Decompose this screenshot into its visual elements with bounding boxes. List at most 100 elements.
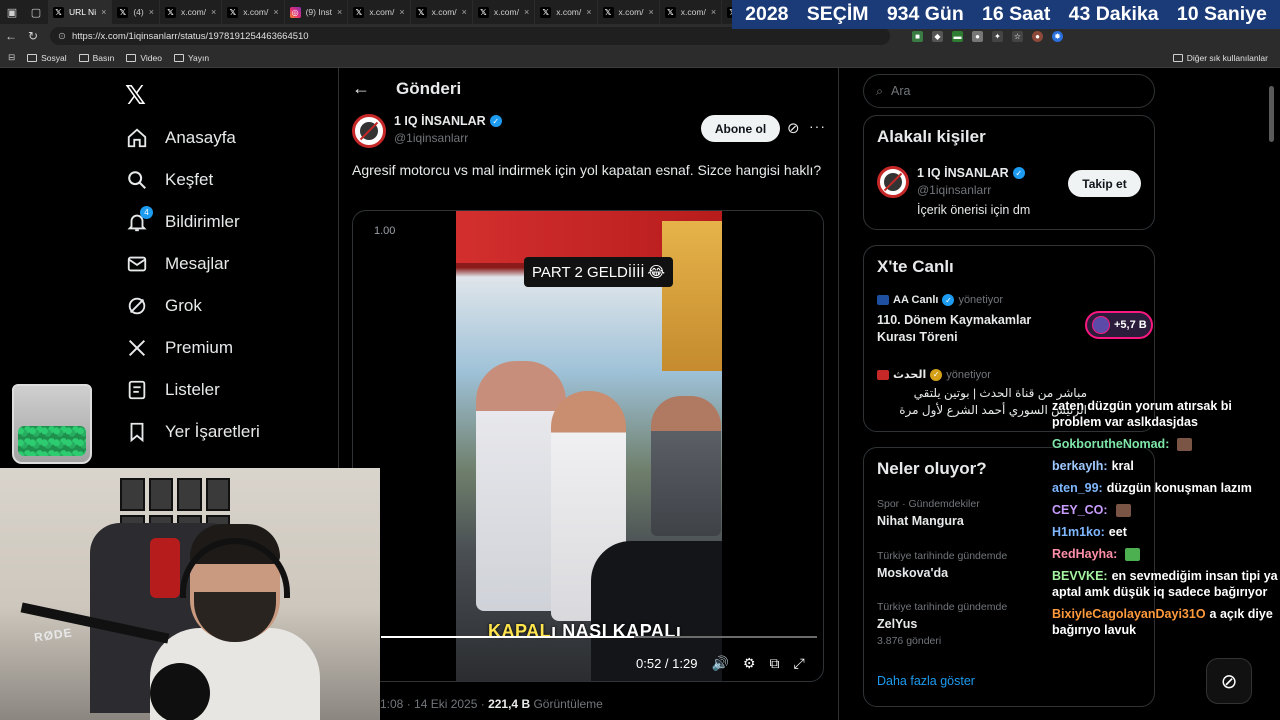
video-progress-fill bbox=[381, 636, 634, 638]
browser-tab[interactable]: ◎ (9) Inst × bbox=[285, 0, 349, 24]
post-author[interactable]: 1 IQ İNSANLAR ✓ @1iqinsanlarr bbox=[352, 114, 502, 148]
volume-icon[interactable]: 🔊 bbox=[711, 655, 728, 672]
picture-in-picture-icon[interactable]: ⧉ bbox=[769, 655, 779, 672]
playback-speed[interactable]: 1.00 bbox=[374, 225, 395, 237]
show-more-link[interactable]: Daha fazla göster bbox=[877, 674, 975, 688]
sidebar-item-mail[interactable]: Mesajlar bbox=[125, 243, 260, 285]
bell-icon: 4 bbox=[125, 206, 153, 234]
favorites-icon[interactable]: ☆ bbox=[1012, 30, 1023, 42]
back-arrow-icon[interactable]: ← bbox=[352, 78, 370, 99]
browser-tab[interactable]: 𝕏 (4) × bbox=[112, 0, 160, 24]
close-tab-icon[interactable]: × bbox=[524, 7, 529, 17]
other-bookmarks[interactable]: Diğer sık kullanılanlar bbox=[1172, 52, 1268, 63]
verified-badge-icon: ✓ bbox=[1012, 167, 1025, 179]
x-logo-icon[interactable]: 𝕏 bbox=[125, 80, 146, 111]
live-item[interactable]: AA Canlı ✓ yönetiyor 110. Dönem Kaymakam… bbox=[877, 294, 1153, 346]
author-avatar[interactable] bbox=[352, 114, 386, 148]
trend-context: Türkiye tarihinde gündemde bbox=[877, 601, 1008, 613]
url-field[interactable]: ⊙ https://x.com/1iqinsanlarr/status/1978… bbox=[50, 27, 890, 45]
close-tab-icon[interactable]: × bbox=[149, 7, 154, 17]
page-scrollbar[interactable] bbox=[1269, 86, 1274, 142]
view-count-label: Görüntüleme bbox=[533, 697, 603, 711]
video-subtitle: KAPALı NASI KAPALı bbox=[488, 621, 682, 641]
browser-tab[interactable]: 𝕏x.com/ × bbox=[160, 0, 223, 24]
author-handle[interactable]: @1iqinsanlarr bbox=[394, 131, 502, 145]
close-tab-icon[interactable]: × bbox=[211, 7, 216, 17]
trend-item[interactable]: Türkiye tarihinde gündemde Moskova'da bbox=[877, 550, 1007, 580]
bookmark-folder[interactable]: Sosyal bbox=[27, 53, 67, 63]
grok-explain-icon[interactable]: ⊘ bbox=[787, 119, 800, 137]
sidebar-item-bell[interactable]: 4 Bildirimler bbox=[125, 201, 260, 243]
chat-username: H1m1ko: bbox=[1052, 525, 1105, 539]
browser-tab[interactable]: 𝕏 URL Ni × bbox=[48, 0, 113, 24]
post-timestamp[interactable]: 1:08 · 14 Eki 2025 · bbox=[380, 697, 485, 711]
close-tab-icon[interactable]: × bbox=[337, 7, 342, 17]
sidebar-item-list[interactable]: Listeler bbox=[125, 369, 260, 411]
trend-item[interactable]: Spor · Gündemdekiler Nihat Mangura bbox=[877, 498, 980, 528]
profile-avatar[interactable]: ● bbox=[1032, 30, 1043, 42]
browser-tab[interactable]: 𝕏x.com/ × bbox=[222, 0, 285, 24]
back-icon[interactable]: ← bbox=[0, 29, 22, 43]
extension-icon[interactable]: ● bbox=[972, 30, 983, 42]
video-progress-bar[interactable] bbox=[381, 636, 817, 638]
live-host-name[interactable]: الحدث bbox=[893, 368, 926, 381]
browser-tab[interactable]: 𝕏x.com/ × bbox=[598, 0, 660, 24]
mic-brand: RØDE bbox=[33, 625, 74, 645]
reload-icon[interactable]: ↻ bbox=[22, 29, 44, 43]
live-title[interactable]: 110. Dönem Kaymakamlar Kurası Töreni bbox=[877, 312, 1057, 346]
search-input[interactable]: ⌕ Ara bbox=[863, 74, 1155, 108]
live-listener-badge[interactable]: +5,7 B bbox=[1085, 311, 1153, 339]
video-player[interactable]: 1.00 PART 2 GELDİİİİ 😂 KAPALı NASI KAPAL… bbox=[352, 210, 824, 682]
close-tab-icon[interactable]: × bbox=[462, 7, 467, 17]
bookmark-folder[interactable]: Basın bbox=[78, 52, 115, 63]
video-frame[interactable]: PART 2 GELDİİİİ 😂 KAPALı NASI KAPALı bbox=[456, 211, 722, 681]
live-host-name[interactable]: AA Canlı bbox=[893, 294, 938, 306]
sidebar-item-grok[interactable]: Grok bbox=[125, 285, 260, 327]
related-user-name[interactable]: 1 IQ İNSANLAR bbox=[917, 166, 1009, 180]
extensions-icon[interactable]: ✦ bbox=[992, 30, 1003, 42]
tab-actions-icon[interactable]: ▢ bbox=[24, 0, 48, 24]
related-people-card: Alakalı kişiler 1 IQ İNSANLAR ✓ @1iqinsa… bbox=[863, 115, 1155, 230]
browser-tab[interactable]: 𝕏x.com/ × bbox=[411, 0, 473, 24]
related-user[interactable]: 1 IQ İNSANLAR ✓ @1iqinsanlarr İçerik öne… bbox=[877, 166, 1030, 217]
workspaces-icon[interactable]: ▣ bbox=[0, 0, 24, 24]
browser-tab[interactable]: 𝕏x.com/ × bbox=[660, 0, 723, 24]
related-user-avatar[interactable] bbox=[877, 166, 909, 198]
bookmark-star-icon[interactable]: ⊟ bbox=[8, 52, 15, 63]
sidebar-item-search[interactable]: Keşfet bbox=[125, 159, 260, 201]
post-header: ← Gönderi bbox=[352, 78, 461, 99]
close-tab-icon[interactable]: × bbox=[101, 7, 106, 17]
fullscreen-icon[interactable]: ⤢ bbox=[793, 655, 804, 672]
follow-button[interactable]: Takip et bbox=[1068, 170, 1141, 197]
site-info-icon[interactable]: ⊙ bbox=[58, 31, 66, 42]
other-bookmarks-label: Diğer sık kullanılanlar bbox=[1186, 52, 1268, 63]
close-tab-icon[interactable]: × bbox=[649, 7, 654, 17]
extension-icon[interactable]: ■ bbox=[912, 30, 923, 42]
bookmark-label: Basın bbox=[92, 52, 115, 63]
extension-icon[interactable]: ▬ bbox=[952, 30, 963, 42]
browser-tab[interactable]: 𝕏x.com/ × bbox=[535, 0, 598, 24]
close-tab-icon[interactable]: × bbox=[273, 7, 278, 17]
close-tab-icon[interactable]: × bbox=[586, 7, 591, 17]
sidebar-item-x[interactable]: Premium bbox=[125, 327, 260, 369]
extension-icon[interactable]: ◆ bbox=[932, 30, 943, 42]
grok-corner-icon[interactable]: ⊘ bbox=[1206, 658, 1252, 704]
more-options-icon[interactable]: ··· bbox=[809, 118, 826, 134]
author-name[interactable]: 1 IQ İNSANLAR bbox=[394, 114, 486, 128]
subscribe-button[interactable]: Abone ol bbox=[701, 115, 780, 142]
list-icon bbox=[125, 378, 149, 402]
related-user-handle[interactable]: @1iqinsanlarr bbox=[917, 183, 1030, 197]
bookmark-folder[interactable]: Yayın bbox=[173, 52, 210, 63]
bookmark-folder[interactable]: Video bbox=[126, 53, 162, 63]
browser-tab[interactable]: 𝕏x.com/ × bbox=[348, 0, 411, 24]
browser-tab[interactable]: 𝕏x.com/ × bbox=[473, 0, 536, 24]
copilot-icon[interactable]: ✸ bbox=[1052, 30, 1063, 42]
settings-gear-icon[interactable]: ⚙ bbox=[743, 655, 756, 672]
trend-item[interactable]: Türkiye tarihinde gündemde ZelYus 3.876 … bbox=[877, 601, 1007, 647]
close-tab-icon[interactable]: × bbox=[399, 7, 404, 17]
bookmark-label: Yayın bbox=[187, 52, 210, 63]
sidebar-item-home[interactable]: Anasayfa bbox=[125, 117, 260, 159]
sidebar-item-bookmark[interactable]: Yer İşaretleri bbox=[125, 411, 260, 453]
countdown-year: 2028 bbox=[745, 3, 789, 25]
close-tab-icon[interactable]: × bbox=[711, 7, 716, 17]
